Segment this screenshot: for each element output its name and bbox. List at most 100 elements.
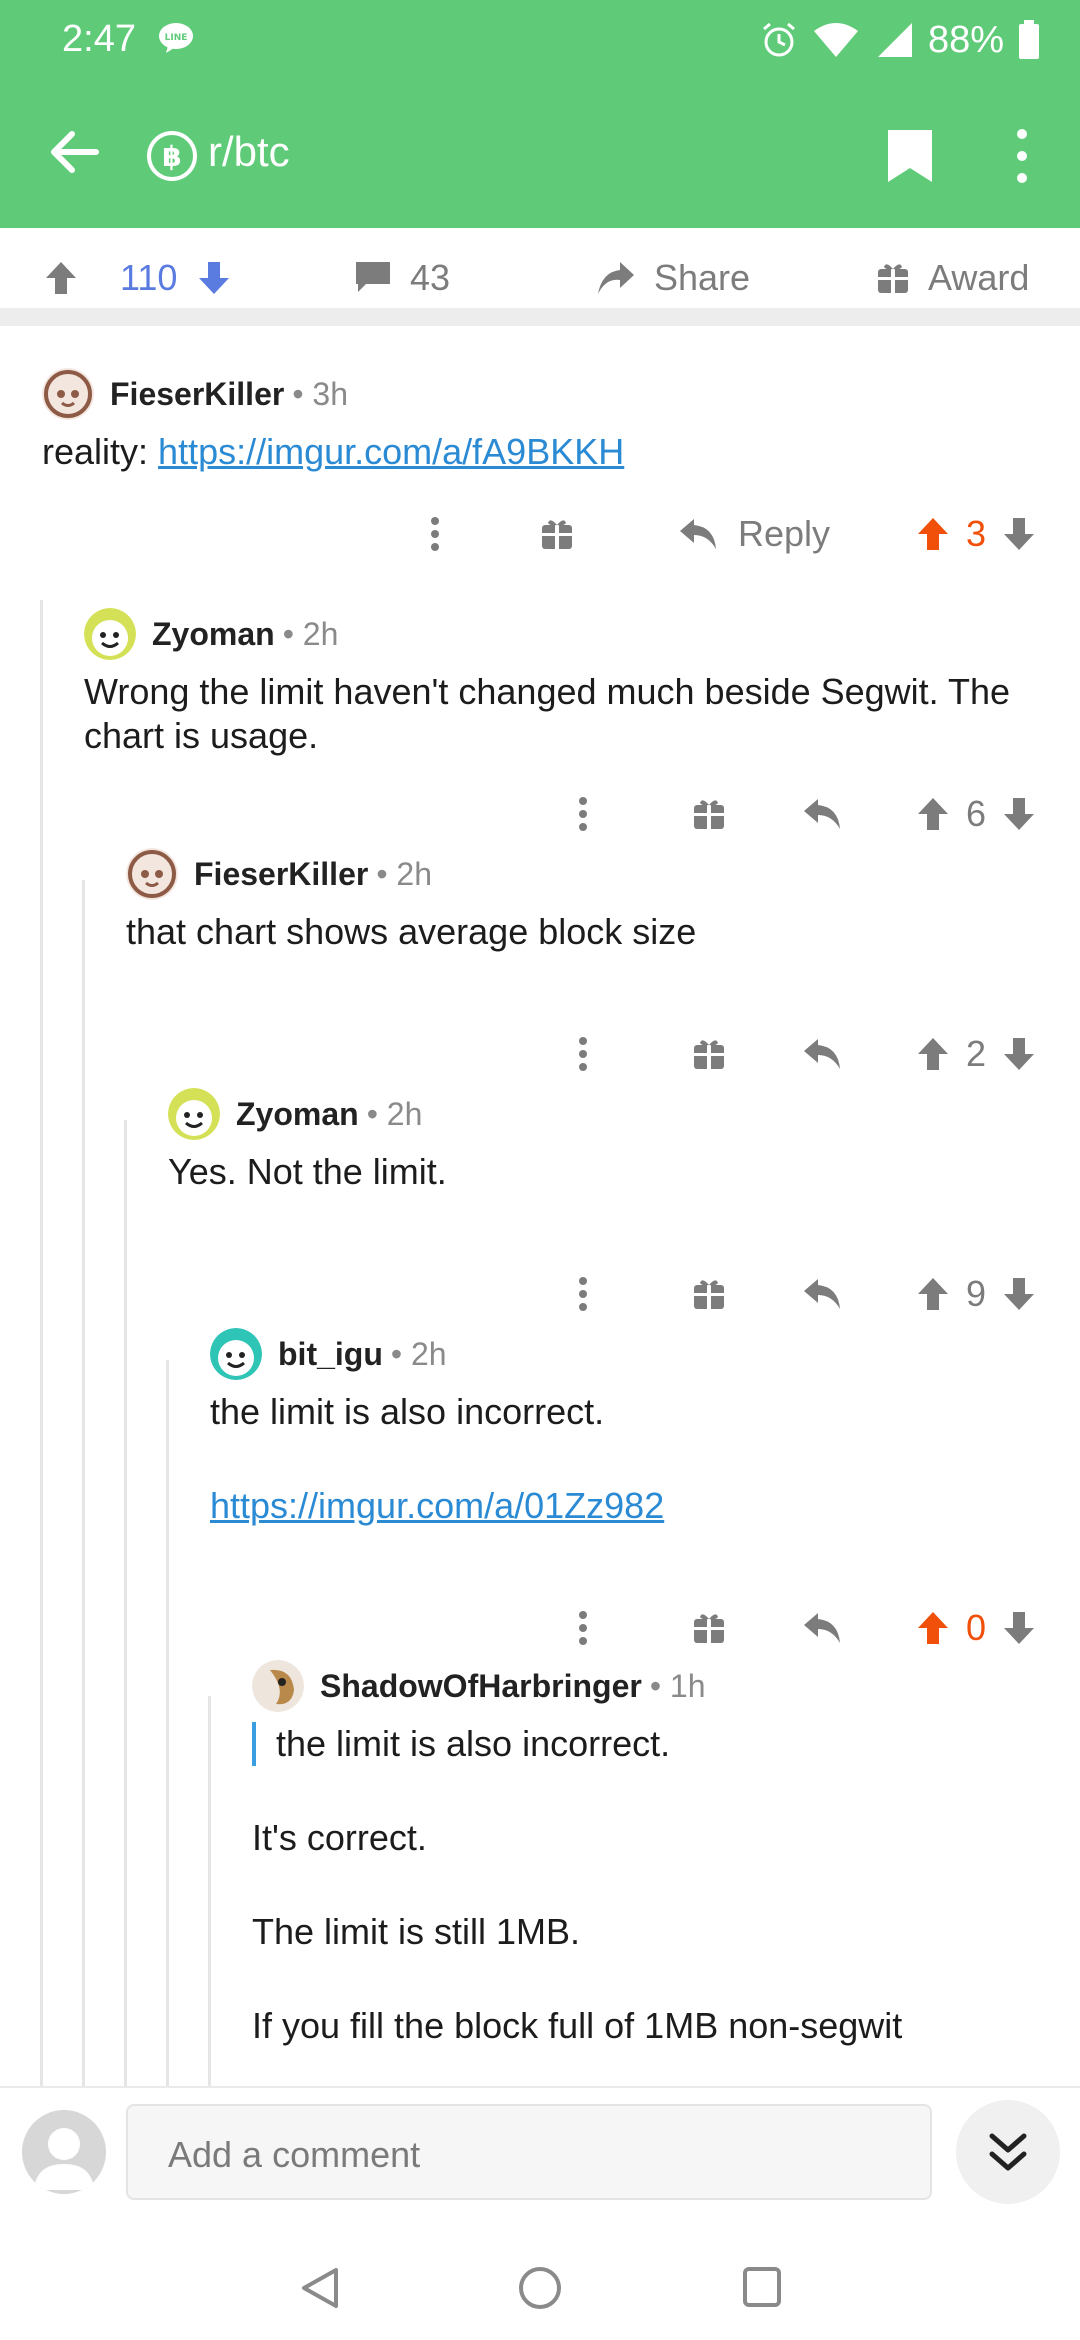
- comment-time: • 2h: [282, 615, 339, 652]
- block-quote: the limit is also incorrect.: [252, 1722, 1038, 1766]
- comment: Zyoman • 2h Wrong the limit haven't chan…: [84, 606, 1038, 758]
- post-vote: 110: [44, 248, 249, 308]
- upvote-arrow-icon[interactable]: [916, 1276, 950, 1312]
- gift-icon[interactable]: [692, 1611, 726, 1645]
- avatar[interactable]: [252, 1660, 304, 1712]
- clock: 2:47: [62, 18, 136, 60]
- nav-back-icon[interactable]: [300, 2266, 340, 2310]
- comment-time: • 2h: [376, 855, 432, 892]
- comment-actions: 9: [578, 1264, 1036, 1324]
- app-bar: ฿ r/btc: [0, 80, 1080, 228]
- svg-text:LINE: LINE: [165, 33, 188, 43]
- gift-icon[interactable]: [692, 1277, 726, 1311]
- comment-body: Yes. Not the limit.: [168, 1151, 447, 1192]
- reply-label: Reply: [737, 513, 830, 554]
- gift-icon[interactable]: [540, 517, 574, 551]
- comment-bubble-icon: [356, 262, 390, 292]
- comment-score: 2: [965, 1033, 987, 1074]
- comment: FieserKiller • 2h that chart shows avera…: [126, 846, 1038, 954]
- share-arrow-icon: [598, 262, 634, 294]
- downvote-arrow-icon[interactable]: [1002, 1610, 1036, 1646]
- jump-down-button[interactable]: [956, 2100, 1060, 2204]
- upvote-arrow-icon[interactable]: [916, 1610, 950, 1646]
- comment-author[interactable]: FieserKiller: [194, 856, 368, 893]
- downvote-arrow-icon[interactable]: [197, 260, 231, 296]
- award-label: Award: [928, 257, 1030, 298]
- comment-author[interactable]: Zyoman: [152, 616, 275, 653]
- post-action-bar: 110 43 Share Award: [0, 228, 1080, 326]
- comment: FieserKiller • 3h reality: https://imgur…: [42, 366, 1038, 474]
- comment-author[interactable]: Zyoman: [236, 1096, 359, 1133]
- award-button[interactable]: Award: [876, 248, 1029, 308]
- upvote-arrow-icon[interactable]: [916, 1036, 950, 1072]
- add-comment-input[interactable]: Add a comment: [126, 2104, 932, 2200]
- user-avatar[interactable]: [22, 2110, 106, 2194]
- post-score: 110: [120, 257, 178, 298]
- more-vert-icon[interactable]: [578, 1610, 588, 1646]
- comment-score: 6: [965, 793, 987, 834]
- bookmark-icon[interactable]: [886, 128, 934, 184]
- comment-count: 43: [410, 257, 451, 298]
- reply-arrow-icon[interactable]: [802, 1037, 842, 1071]
- reply-button[interactable]: Reply: [678, 513, 830, 554]
- share-label: Share: [654, 257, 751, 298]
- nav-home-icon[interactable]: [518, 2266, 562, 2310]
- avatar[interactable]: [126, 848, 178, 900]
- comment: Zyoman • 2h Yes. Not the limit.: [168, 1086, 1038, 1194]
- battery-percent: 88%: [927, 18, 1004, 61]
- wifi-icon: [813, 23, 858, 57]
- downvote-arrow-icon[interactable]: [1002, 796, 1036, 832]
- comment: bit_igu • 2h the limit is also incorrect…: [210, 1326, 1038, 1528]
- comment-score: 0: [965, 1607, 987, 1648]
- reply-arrow-icon[interactable]: [802, 1611, 842, 1645]
- comment-score: 9: [965, 1273, 987, 1314]
- signal-icon: [877, 23, 912, 57]
- comment-time: • 2h: [390, 1335, 447, 1372]
- share-button[interactable]: Share: [596, 248, 750, 308]
- comment-time: • 2h: [366, 1095, 423, 1132]
- double-chevron-down-icon: [989, 2133, 1027, 2171]
- reply-arrow-icon[interactable]: [802, 1277, 842, 1311]
- nav-recents-icon[interactable]: [742, 2266, 782, 2308]
- upvote-arrow-icon[interactable]: [916, 796, 950, 832]
- downvote-arrow-icon[interactable]: [1002, 516, 1036, 552]
- comment-author[interactable]: ShadowOfHarbringer: [320, 1668, 642, 1705]
- upvote-arrow-icon[interactable]: [44, 260, 78, 296]
- post-comments-button[interactable]: 43: [354, 248, 450, 308]
- downvote-arrow-icon[interactable]: [1002, 1036, 1036, 1072]
- gift-icon[interactable]: [692, 797, 726, 831]
- more-vert-icon[interactable]: [430, 516, 440, 552]
- avatar[interactable]: [84, 608, 136, 660]
- gift-icon[interactable]: [692, 1037, 726, 1071]
- comment-body: Wrong the limit haven't changed much bes…: [84, 671, 1011, 756]
- more-vert-icon[interactable]: [1010, 126, 1034, 186]
- downvote-arrow-icon[interactable]: [1002, 1276, 1036, 1312]
- imgur-link[interactable]: https://imgur.com/a/fA9BKKH: [158, 431, 624, 472]
- comment-body: the limit is also incorrect. https://img…: [210, 1391, 665, 1526]
- more-vert-icon[interactable]: [578, 1276, 588, 1312]
- more-vert-icon[interactable]: [578, 796, 588, 832]
- alarm-icon: [762, 22, 795, 57]
- comment-body: reality: https://imgur.com/a/fA9BKKH: [42, 431, 625, 472]
- comment-body: the limit is also incorrect. It's correc…: [252, 1722, 1038, 2048]
- avatar[interactable]: [42, 368, 94, 420]
- comment-composer: Add a comment: [0, 2086, 1080, 2228]
- battery-icon: [1019, 20, 1039, 59]
- reply-arrow-icon: [679, 519, 716, 549]
- upvote-arrow-icon[interactable]: [916, 516, 950, 552]
- comment-author[interactable]: bit_igu: [278, 1336, 383, 1373]
- avatar[interactable]: [168, 1088, 220, 1140]
- back-arrow-icon[interactable]: [46, 124, 102, 180]
- status-bar: 2:47 LINE 88%: [0, 0, 1080, 80]
- more-vert-icon[interactable]: [578, 1036, 588, 1072]
- comment-actions: 0: [578, 1598, 1036, 1658]
- reply-arrow-icon[interactable]: [802, 797, 842, 831]
- gift-icon: [878, 264, 908, 293]
- comment-author[interactable]: FieserKiller: [110, 376, 284, 413]
- bitcoin-icon: ฿: [147, 131, 197, 181]
- comment-time: • 1h: [649, 1667, 706, 1704]
- subreddit-name[interactable]: r/btc: [208, 128, 290, 176]
- svg-text:฿: ฿: [162, 140, 181, 173]
- avatar[interactable]: [210, 1328, 262, 1380]
- imgur-link[interactable]: https://imgur.com/a/01Zz982: [210, 1485, 664, 1526]
